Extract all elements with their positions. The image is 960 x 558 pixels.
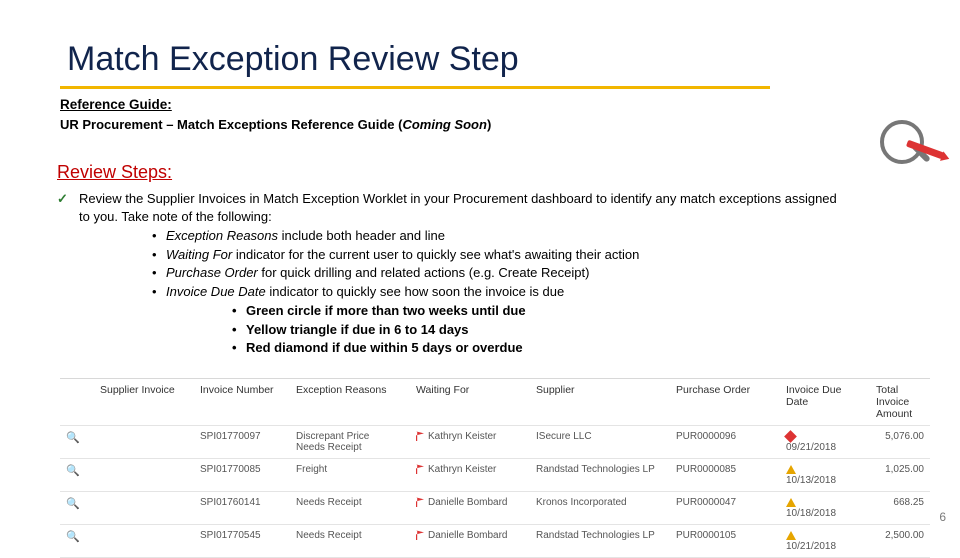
- cell-due-date: 10/18/2018: [780, 492, 870, 525]
- due-status-icon: [786, 531, 796, 540]
- cell-invoice-number: SPI01760141: [194, 492, 290, 525]
- due-status-icon: [786, 465, 796, 474]
- review-steps-label: Review Steps:: [57, 162, 172, 183]
- sub-red-diamond: Red diamond if due within 5 days or over…: [232, 339, 847, 357]
- check-icon: ✓: [57, 190, 71, 225]
- title-underline: [60, 86, 770, 89]
- bullet-purchase-order: Purchase Order for quick drilling and re…: [152, 264, 847, 282]
- cell-amount: 2,500.00: [870, 525, 930, 558]
- cell-due-date: 09/21/2018: [780, 426, 870, 459]
- cell-waiting-for: Kathryn Keister: [410, 459, 530, 492]
- bullet-invoice-due-date: Invoice Due Date indicator to quickly se…: [152, 283, 847, 357]
- cell-supplier: ISecure LLC: [530, 426, 670, 459]
- col-exception-reasons: Exception Reasons: [290, 379, 410, 426]
- table-row: 🔍 SPI01770097Discrepant PriceNeeds Receip…: [60, 426, 930, 459]
- magnifier-icon[interactable]: 🔍: [66, 498, 80, 510]
- page-number: 6: [939, 510, 946, 524]
- magnifier-icon: [880, 120, 924, 164]
- cell-purchase-order: PUR0000047: [670, 492, 780, 525]
- cell-purchase-order: PUR0000105: [670, 525, 780, 558]
- cell-due-date: 10/21/2018: [780, 525, 870, 558]
- cell-waiting-for: Kathryn Keister: [410, 426, 530, 459]
- flag-icon: [416, 431, 424, 441]
- cell-exception-reasons: Needs Receipt: [290, 525, 410, 558]
- exceptions-table: Supplier Invoice Invoice Number Exceptio…: [60, 378, 930, 558]
- bullet-exception-reasons: Exception Reasons include both header an…: [152, 227, 847, 245]
- magnifier-icon[interactable]: 🔍: [66, 531, 80, 543]
- reference-guide-body: UR Procurement – Match Exceptions Refere…: [60, 117, 491, 132]
- flag-icon: [416, 497, 424, 507]
- cell-waiting-for: Danielle Bombard: [410, 492, 530, 525]
- cell-exception-reasons: Discrepant PriceNeeds Receipt: [290, 426, 410, 459]
- cell-supplier: Kronos Incorporated: [530, 492, 670, 525]
- cell-amount: 668.25: [870, 492, 930, 525]
- magnifier-pencil-art: [872, 116, 942, 186]
- ref-text-a: UR Procurement – Match Exceptions Refere…: [60, 117, 402, 132]
- cell-amount: 1,025.00: [870, 459, 930, 492]
- cell-supplier: Randstad Technologies LP: [530, 525, 670, 558]
- cell-purchase-order: PUR0000085: [670, 459, 780, 492]
- cell-invoice-number: SPI01770097: [194, 426, 290, 459]
- sub-yellow-triangle: Yellow triangle if due in 6 to 14 days: [232, 321, 847, 339]
- cell-waiting-for: Danielle Bombard: [410, 525, 530, 558]
- body-text: ✓ Review the Supplier Invoices in Match …: [57, 190, 847, 358]
- col-invoice-due-date: Invoice Due Date: [780, 379, 870, 426]
- due-status-icon: [784, 430, 797, 443]
- reference-guide-label: Reference Guide:: [60, 97, 172, 112]
- cell-exception-reasons: Needs Receipt: [290, 492, 410, 525]
- flag-icon: [416, 464, 424, 474]
- cell-invoice-number: SPI01770085: [194, 459, 290, 492]
- table-row: 🔍 SPI01770085FreightKathryn KeisterRandst…: [60, 459, 930, 492]
- magnifier-icon[interactable]: 🔍: [66, 432, 80, 444]
- col-waiting-for: Waiting For: [410, 379, 530, 426]
- bullet-waiting-for: Waiting For indicator for the current us…: [152, 246, 847, 264]
- magnifier-icon[interactable]: 🔍: [66, 465, 80, 477]
- cell-exception-reasons: Freight: [290, 459, 410, 492]
- table-row: 🔍 SPI01770545Needs ReceiptDanielle Bombar…: [60, 525, 930, 558]
- due-status-icon: [786, 498, 796, 507]
- table-header-row: Supplier Invoice Invoice Number Exceptio…: [60, 379, 930, 426]
- col-supplier: Supplier: [530, 379, 670, 426]
- sub-green-circle: Green circle if more than two weeks unti…: [232, 302, 847, 320]
- ref-text-b: ): [487, 117, 491, 132]
- cell-due-date: 10/13/2018: [780, 459, 870, 492]
- cell-invoice-number: SPI01770545: [194, 525, 290, 558]
- slide-title: Match Exception Review Step: [67, 40, 519, 79]
- ref-coming-soon: Coming Soon: [402, 117, 487, 132]
- cell-amount: 5,076.00: [870, 426, 930, 459]
- flag-icon: [416, 530, 424, 540]
- col-invoice-number: Invoice Number: [194, 379, 290, 426]
- main-bullet: Review the Supplier Invoices in Match Ex…: [79, 190, 847, 225]
- col-total-amount: Total Invoice Amount: [870, 379, 930, 426]
- cell-supplier: Randstad Technologies LP: [530, 459, 670, 492]
- cell-purchase-order: PUR0000096: [670, 426, 780, 459]
- col-purchase-order: Purchase Order: [670, 379, 780, 426]
- table-row: 🔍 SPI01760141Needs ReceiptDanielle Bombar…: [60, 492, 930, 525]
- col-supplier-invoice: Supplier Invoice: [94, 379, 194, 426]
